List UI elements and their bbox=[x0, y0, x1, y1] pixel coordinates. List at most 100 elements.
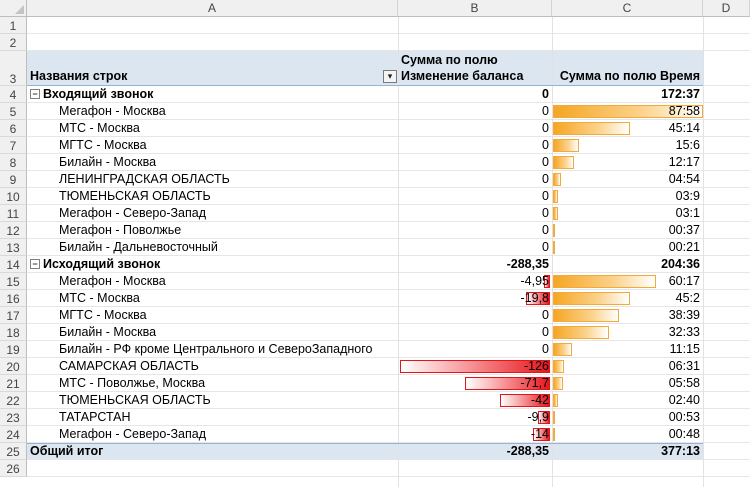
row-header-4[interactable]: 4 bbox=[0, 86, 27, 103]
item-name: Билайн - Москва bbox=[59, 325, 157, 339]
item-time: 00:37 bbox=[668, 223, 700, 237]
item-balance: 0 bbox=[542, 104, 549, 118]
item-time: 15:6 bbox=[675, 138, 700, 152]
row-header-24[interactable]: 24 bbox=[0, 426, 27, 443]
collapse-toggle-icon[interactable]: − bbox=[30, 259, 40, 269]
row-header-7[interactable]: 7 bbox=[0, 137, 27, 154]
row-header-14[interactable]: 14 bbox=[0, 256, 27, 273]
item-name: ТЮМЕНЬСКАЯ ОБЛАСТЬ bbox=[59, 393, 211, 407]
header-row-labels: Названия строк bbox=[30, 69, 128, 83]
item-name: Билайн - РФ кроме Центрального и СевероЗ… bbox=[59, 342, 373, 356]
item-time: 02:40 bbox=[668, 393, 700, 407]
grand-total-label: Общий итог bbox=[30, 444, 104, 458]
item-balance: 0 bbox=[542, 240, 549, 254]
item-balance: 0 bbox=[542, 155, 549, 169]
item-name: Билайн - Дальневосточный bbox=[59, 240, 218, 254]
header-sum-balance-line2: Изменение баланса bbox=[401, 69, 524, 83]
group-name: Исходящий звонок bbox=[43, 257, 161, 271]
row-header-18[interactable]: 18 bbox=[0, 324, 27, 341]
item-time: 03:1 bbox=[675, 206, 700, 220]
grand-total-time: 377:13 bbox=[661, 444, 700, 458]
row-header-26[interactable]: 26 bbox=[0, 460, 27, 477]
row-header-13[interactable]: 13 bbox=[0, 239, 27, 256]
item-time: 32:33 bbox=[668, 325, 700, 339]
group-time: 204:36 bbox=[661, 257, 700, 271]
item-balance: 0 bbox=[542, 223, 549, 237]
row-header-6[interactable]: 6 bbox=[0, 120, 27, 137]
item-balance: -14 bbox=[530, 427, 549, 441]
row-header-21[interactable]: 21 bbox=[0, 375, 27, 392]
collapse-toggle-icon[interactable]: − bbox=[30, 89, 40, 99]
item-name: МТС - Поволжье, Москва bbox=[59, 376, 206, 390]
item-balance: 0 bbox=[542, 121, 549, 135]
item-time: 00:21 bbox=[668, 240, 700, 254]
item-name: Мегафон - Северо-Запад bbox=[59, 427, 207, 441]
gridline-row-2 bbox=[27, 50, 750, 51]
row-header-20[interactable]: 20 bbox=[0, 358, 27, 375]
item-name: ТЮМЕНЬСКАЯ ОБЛАСТЬ bbox=[59, 189, 211, 203]
item-balance: -126 bbox=[523, 359, 549, 373]
grand-total-balance: -288,35 bbox=[506, 444, 549, 458]
row-header-16[interactable]: 16 bbox=[0, 290, 27, 307]
row-header-19[interactable]: 19 bbox=[0, 341, 27, 358]
item-time: 00:48 bbox=[668, 427, 700, 441]
row-header-2[interactable]: 2 bbox=[0, 34, 27, 51]
header-sum-balance-line1: Сумма по полю bbox=[401, 53, 498, 67]
item-balance: -42 bbox=[530, 393, 549, 407]
item-balance: -9,9 bbox=[527, 410, 549, 424]
item-name: САМАРСКАЯ ОБЛАСТЬ bbox=[59, 359, 199, 373]
column-header-c[interactable]: C bbox=[552, 0, 703, 17]
group-balance: 0 bbox=[542, 87, 549, 101]
column-header-d[interactable]: D bbox=[703, 0, 750, 17]
row-header-11[interactable]: 11 bbox=[0, 205, 27, 222]
item-time: 06:31 bbox=[668, 359, 700, 373]
row-header-15[interactable]: 15 bbox=[0, 273, 27, 290]
group-row-label[interactable]: − Исходящий звонок bbox=[30, 256, 160, 273]
row-header-3[interactable]: 3 bbox=[0, 51, 27, 86]
item-balance: 0 bbox=[542, 189, 549, 203]
gridline-row-26 bbox=[27, 476, 750, 477]
item-time: 60:17 bbox=[668, 274, 700, 288]
row-header-12[interactable]: 12 bbox=[0, 222, 27, 239]
item-balance: -4,95 bbox=[520, 274, 550, 288]
item-balance: 0 bbox=[542, 325, 549, 339]
item-name: ЛЕНИНГРАДСКАЯ ОБЛАСТЬ bbox=[59, 172, 230, 186]
item-time: 38:39 bbox=[668, 308, 700, 322]
column-header-a[interactable]: A bbox=[27, 0, 398, 17]
header-sum-time: Сумма по полю Время bbox=[559, 69, 700, 83]
gridline-row-1 bbox=[27, 33, 750, 34]
item-name: МТС - Москва bbox=[59, 291, 140, 305]
item-time: 05:58 bbox=[668, 376, 700, 390]
item-time: 12:17 bbox=[668, 155, 700, 169]
filter-dropdown-icon[interactable]: ▾ bbox=[383, 70, 397, 83]
row-header-9[interactable]: 9 bbox=[0, 171, 27, 188]
row-header-8[interactable]: 8 bbox=[0, 154, 27, 171]
spreadsheet: A B C D 1 2 3 4 5 6 7 8 9 10 11 12 13 14 15 16 17 18 19 20 21 22 2… bbox=[0, 0, 750, 487]
item-balance: 0 bbox=[542, 308, 549, 322]
item-balance: 0 bbox=[542, 206, 549, 220]
row-header-25[interactable]: 25 bbox=[0, 443, 27, 460]
group-time: 172:37 bbox=[661, 87, 700, 101]
row-header-22[interactable]: 22 bbox=[0, 392, 27, 409]
item-name: МГТС - Москва bbox=[59, 138, 147, 152]
select-all-corner[interactable] bbox=[0, 0, 27, 17]
item-time: 00:53 bbox=[668, 410, 700, 424]
pivot-total-topline bbox=[27, 443, 703, 444]
gridline-col-3 bbox=[703, 17, 704, 487]
item-name: Билайн - Москва bbox=[59, 155, 157, 169]
row-header-1[interactable]: 1 bbox=[0, 17, 27, 34]
item-name: Мегафон - Поволжье bbox=[59, 223, 182, 237]
row-header-5[interactable]: 5 bbox=[0, 103, 27, 120]
row-header-23[interactable]: 23 bbox=[0, 409, 27, 426]
item-balance: 0 bbox=[542, 342, 549, 356]
item-balance: -71,7 bbox=[520, 376, 550, 390]
item-name: МГТС - Москва bbox=[59, 308, 147, 322]
row-header-10[interactable]: 10 bbox=[0, 188, 27, 205]
item-time: 11:15 bbox=[669, 342, 700, 356]
item-balance: 0 bbox=[542, 138, 549, 152]
group-row-label[interactable]: − Входящий звонок bbox=[30, 86, 153, 103]
group-balance: -288,35 bbox=[506, 257, 549, 271]
column-header-b[interactable]: B bbox=[398, 0, 552, 17]
row-header-17[interactable]: 17 bbox=[0, 307, 27, 324]
pivot-header-underline bbox=[27, 85, 703, 86]
